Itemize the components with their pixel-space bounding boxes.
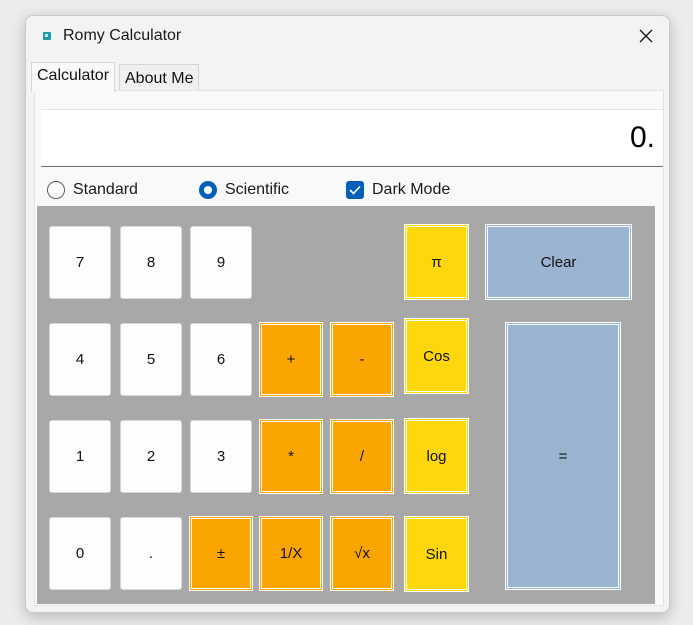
key-decimal[interactable]: . — [120, 517, 182, 590]
key-plus[interactable]: + — [259, 322, 323, 397]
window-title: Romy Calculator — [63, 27, 182, 44]
calculator-window: Romy Calculator Calculator About Me 0. S… — [25, 15, 670, 613]
key-multiply[interactable]: * — [259, 419, 323, 494]
key-1[interactable]: 1 — [49, 420, 111, 493]
standard-label: Standard — [73, 181, 138, 198]
calculator-app-icon — [43, 32, 51, 40]
tab-calculator[interactable]: Calculator — [31, 62, 116, 92]
result-display[interactable]: 0. — [41, 109, 663, 167]
equals-button[interactable]: = — [505, 322, 621, 590]
checkmark-icon — [349, 185, 361, 195]
calculator-panel: 0. Standard Scientific Dark Mode 7 8 9 4… — [34, 90, 664, 606]
dark-mode-checkbox[interactable]: Dark Mode — [346, 178, 450, 202]
tab-about-me[interactable]: About Me — [119, 64, 200, 90]
key-cos[interactable]: Cos — [404, 318, 469, 394]
key-square-root[interactable]: √x — [330, 516, 394, 591]
clear-button[interactable]: Clear — [485, 224, 632, 300]
key-reciprocal[interactable]: 1/X — [259, 516, 323, 591]
key-3[interactable]: 3 — [190, 420, 252, 493]
key-divide[interactable]: / — [330, 419, 394, 494]
key-7[interactable]: 7 — [49, 226, 111, 299]
close-icon — [639, 29, 653, 43]
key-sin[interactable]: Sin — [404, 516, 469, 592]
key-6[interactable]: 6 — [190, 323, 252, 396]
scientific-label: Scientific — [225, 181, 290, 198]
standard-mode-radio[interactable]: Standard — [47, 178, 138, 202]
title-bar: Romy Calculator — [26, 16, 669, 58]
key-9[interactable]: 9 — [190, 226, 252, 299]
scientific-radio-button[interactable] — [199, 181, 217, 199]
scientific-mode-radio[interactable]: Scientific — [199, 178, 289, 202]
key-minus[interactable]: - — [330, 322, 394, 397]
key-plus-minus[interactable]: ± — [189, 516, 253, 591]
key-8[interactable]: 8 — [120, 226, 182, 299]
close-button[interactable] — [623, 16, 669, 56]
key-log[interactable]: log — [404, 418, 469, 494]
keypad: 7 8 9 4 5 6 1 2 3 0 . + - * / ± 1/X √x π… — [37, 206, 655, 604]
key-pi[interactable]: π — [404, 224, 469, 300]
key-2[interactable]: 2 — [120, 420, 182, 493]
dark-mode-label: Dark Mode — [372, 181, 451, 198]
key-4[interactable]: 4 — [49, 323, 111, 396]
key-0[interactable]: 0 — [49, 517, 111, 590]
key-5[interactable]: 5 — [120, 323, 182, 396]
standard-radio-button[interactable] — [47, 181, 65, 199]
dark-mode-check-box[interactable] — [346, 181, 364, 199]
